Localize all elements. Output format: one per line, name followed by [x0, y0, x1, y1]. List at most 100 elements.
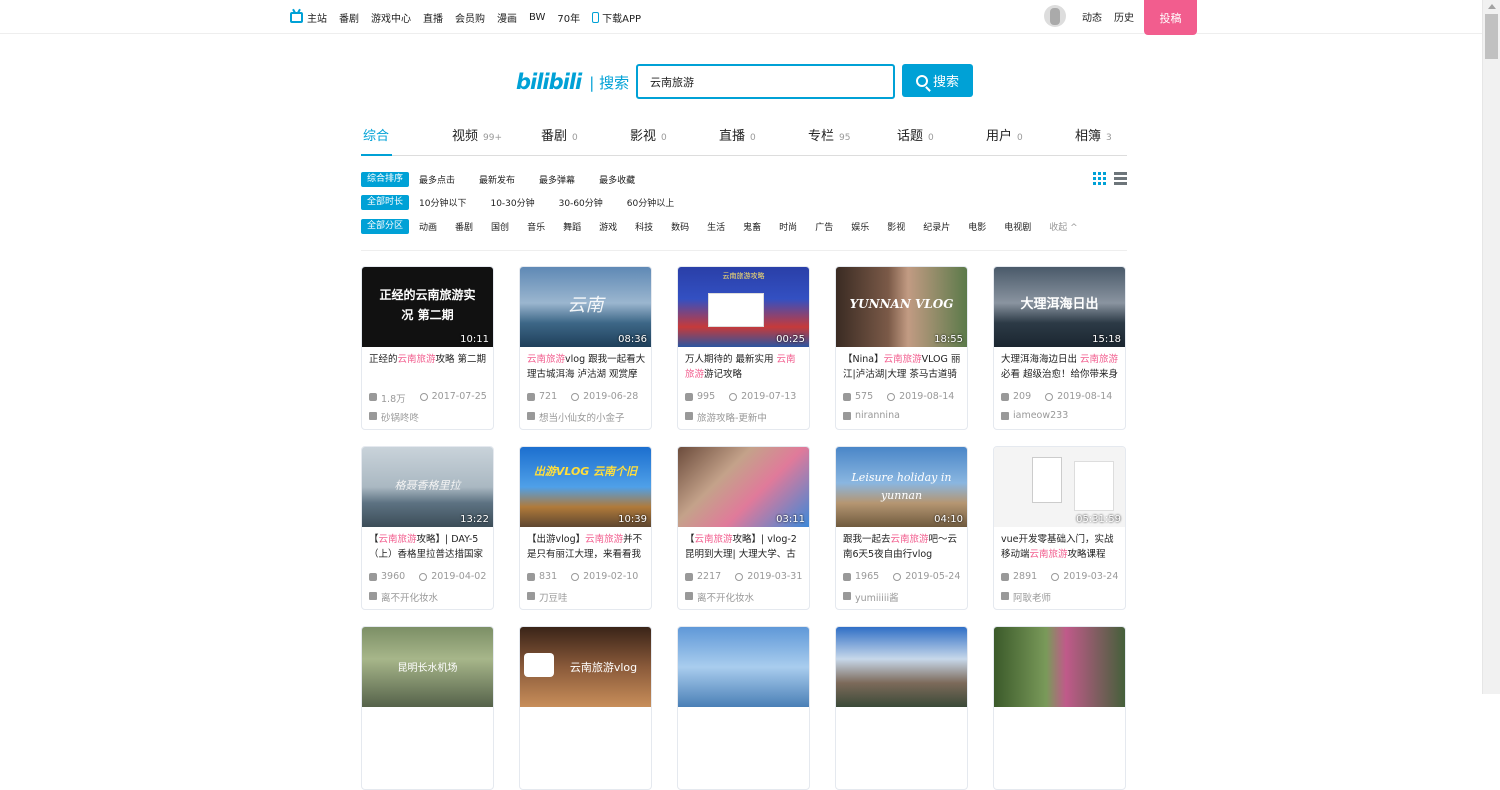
video-uploader[interactable]: 想当小仙女的小金子	[527, 410, 625, 424]
avatar[interactable]	[1044, 5, 1066, 27]
zone-option[interactable]: 国创	[491, 220, 509, 233]
nav-main-site[interactable]: 主站	[290, 10, 327, 25]
video-thumbnail[interactable]: 出游VLOG 云南个旧 10:39	[520, 447, 651, 527]
video-title[interactable]: 【Nina】云南旅游VLOG 丽江|泸沽湖|大理 茶马古道骑	[843, 352, 963, 382]
tab-video[interactable]: 视频 99+	[452, 125, 502, 144]
zone-option[interactable]: 时尚	[779, 220, 797, 233]
video-uploader[interactable]: iameow233	[1001, 410, 1068, 421]
tab-album[interactable]: 相簿 3	[1075, 125, 1112, 144]
video-card[interactable]: 云南旅游vlog	[519, 626, 652, 790]
zone-option[interactable]: 生活	[707, 220, 725, 233]
video-card[interactable]: Leisure holiday in yunnan 04:10 跟我一起去云南旅…	[835, 446, 968, 610]
video-uploader[interactable]: 阿耿老师	[1001, 590, 1051, 604]
zone-option[interactable]: 鬼畜	[743, 220, 761, 233]
zone-option[interactable]: 娱乐	[851, 220, 869, 233]
video-title[interactable]: 【云南旅游攻略】| vlog-2 昆明到大理| 大理大学、古	[685, 532, 805, 562]
zone-option[interactable]: 动画	[419, 220, 437, 233]
search-button[interactable]: 搜索	[902, 64, 973, 97]
sort-option[interactable]: 最新发布	[479, 173, 515, 186]
zone-option[interactable]: 游戏	[599, 220, 617, 233]
video-thumbnail[interactable]: 05:31:59	[994, 447, 1125, 527]
nav-manga[interactable]: 漫画	[497, 10, 517, 25]
video-title[interactable]: 大理洱海海边日出 云南旅游必看 超级治愈！给你带来身	[1001, 352, 1121, 382]
scroll-thumb[interactable]	[1485, 14, 1498, 59]
collapse-zone-toggle[interactable]: 收起 ^	[1049, 220, 1077, 233]
video-uploader[interactable]: 离不开化妆水	[685, 590, 754, 604]
zone-option[interactable]: 数码	[671, 220, 689, 233]
nav-bw[interactable]: BW	[529, 12, 545, 23]
grid-view-icon[interactable]	[1093, 172, 1106, 185]
video-card[interactable]: YUNNAN VLOG 18:55 【Nina】云南旅游VLOG 丽江|泸沽湖|…	[835, 266, 968, 430]
video-card[interactable]: 03:11 【云南旅游攻略】| vlog-2 昆明到大理| 大理大学、古 221…	[677, 446, 810, 610]
video-uploader[interactable]: 旅游攻略-更新中	[685, 410, 767, 424]
video-uploader[interactable]: 砂锅咚咚	[369, 410, 419, 424]
video-title[interactable]: 万人期待的 最新实用 云南旅游游记攻略	[685, 352, 805, 382]
sort-option[interactable]: 最多收藏	[599, 173, 635, 186]
video-thumbnail[interactable]: 昆明长水机场	[362, 627, 493, 707]
nav-anime[interactable]: 番剧	[339, 10, 359, 25]
tab-live[interactable]: 直播 0	[719, 125, 756, 144]
video-thumbnail[interactable]: 云南旅游vlog	[520, 627, 651, 707]
tab-article[interactable]: 专栏 95	[808, 125, 850, 144]
video-thumbnail[interactable]: YUNNAN VLOG 18:55	[836, 267, 967, 347]
duration-option[interactable]: 30-60分钟	[559, 196, 603, 209]
duration-option[interactable]: 10-30分钟	[490, 196, 534, 209]
scroll-up-arrow-icon[interactable]	[1488, 4, 1496, 9]
search-input[interactable]	[636, 64, 895, 99]
bilibili-logo[interactable]: bilibili | 搜索	[516, 70, 629, 94]
video-thumbnail[interactable]: 格聂香格里拉 13:22	[362, 447, 493, 527]
video-title[interactable]: 跟我一起去云南旅游吧～云南6天5夜自由行vlog	[843, 532, 963, 562]
video-uploader[interactable]: 离不开化妆水	[369, 590, 438, 604]
zone-option[interactable]: 广告	[815, 220, 833, 233]
zone-option[interactable]: 纪录片	[923, 220, 950, 233]
zone-option[interactable]: 影视	[887, 220, 905, 233]
tab-bangumi[interactable]: 番剧 0	[541, 125, 578, 144]
video-thumbnail[interactable]: 云南 08:36	[520, 267, 651, 347]
video-title[interactable]: 云南旅游vlog 跟我一起看大理古城洱海 泸沽湖 观赏摩	[527, 352, 647, 382]
video-card[interactable]: 云南旅游攻略 00:25 万人期待的 最新实用 云南旅游游记攻略 995 2019…	[677, 266, 810, 430]
page-scrollbar[interactable]	[1482, 0, 1500, 694]
zone-option[interactable]: 舞蹈	[563, 220, 581, 233]
video-card[interactable]: 昆明长水机场	[361, 626, 494, 790]
sort-option[interactable]: 最多弹幕	[539, 173, 575, 186]
video-thumbnail[interactable]	[836, 627, 967, 707]
zone-option[interactable]: 番剧	[455, 220, 473, 233]
video-title[interactable]: 正经的云南旅游攻略 第二期	[369, 352, 489, 382]
video-uploader[interactable]: nirannina	[843, 410, 900, 421]
video-uploader[interactable]: 刀豆哇	[527, 590, 568, 604]
nav-history[interactable]: 历史	[1114, 9, 1134, 24]
zone-option[interactable]: 电视剧	[1004, 220, 1031, 233]
tab-movie[interactable]: 影视 0	[630, 125, 667, 144]
tab-user[interactable]: 用户 0	[986, 125, 1023, 144]
duration-option[interactable]: 10分钟以下	[419, 196, 466, 209]
video-thumbnail[interactable]: Leisure holiday in yunnan 04:10	[836, 447, 967, 527]
list-view-icon[interactable]	[1114, 172, 1127, 185]
tab-all[interactable]: 综合	[363, 125, 389, 144]
nav-dynamic[interactable]: 动态	[1082, 9, 1102, 24]
video-thumbnail[interactable]: 云南旅游攻略 00:25	[678, 267, 809, 347]
video-thumbnail[interactable]: 大理洱海日出 15:18	[994, 267, 1125, 347]
video-title[interactable]: 【出游vlog】云南旅游并不是只有丽江大理，来看看我	[527, 532, 647, 562]
video-card[interactable]: 正经的云南旅游实况 第二期 10:11 正经的云南旅游攻略 第二期 1.8万 20…	[361, 266, 494, 430]
video-title[interactable]: vue开发零基础入门，实战移动端云南旅游攻略课程	[1001, 532, 1121, 562]
zone-option[interactable]: 科技	[635, 220, 653, 233]
video-title[interactable]: 【云南旅游攻略】| DAY-5（上）香格里拉普达措国家	[369, 532, 489, 562]
video-card[interactable]: 云南 08:36 云南旅游vlog 跟我一起看大理古城洱海 泸沽湖 观赏摩 72…	[519, 266, 652, 430]
upload-button[interactable]: 投稿	[1144, 0, 1197, 35]
nav-mall[interactable]: 会员购	[455, 10, 485, 25]
nav-download-app[interactable]: 下载APP	[592, 10, 641, 25]
tab-topic[interactable]: 话题 0	[897, 125, 934, 144]
video-uploader[interactable]: yumiiiii酱	[843, 590, 899, 604]
duration-selected[interactable]: 全部时长	[361, 194, 410, 210]
nav-live[interactable]: 直播	[423, 10, 443, 25]
video-card[interactable]: 大理洱海日出 15:18 大理洱海海边日出 云南旅游必看 超级治愈！给你带来身 …	[993, 266, 1126, 430]
zone-selected[interactable]: 全部分区	[361, 218, 410, 234]
video-thumbnail[interactable]	[678, 627, 809, 707]
video-thumbnail[interactable]: 03:11	[678, 447, 809, 527]
nav-game-center[interactable]: 游戏中心	[371, 10, 411, 25]
duration-option[interactable]: 60分钟以上	[627, 196, 674, 209]
video-card[interactable]: 05:31:59 vue开发零基础入门，实战移动端云南旅游攻略课程 2891 20…	[993, 446, 1126, 610]
video-card[interactable]	[835, 626, 968, 790]
video-card[interactable]: 格聂香格里拉 13:22 【云南旅游攻略】| DAY-5（上）香格里拉普达措国家…	[361, 446, 494, 610]
video-card[interactable]	[677, 626, 810, 790]
